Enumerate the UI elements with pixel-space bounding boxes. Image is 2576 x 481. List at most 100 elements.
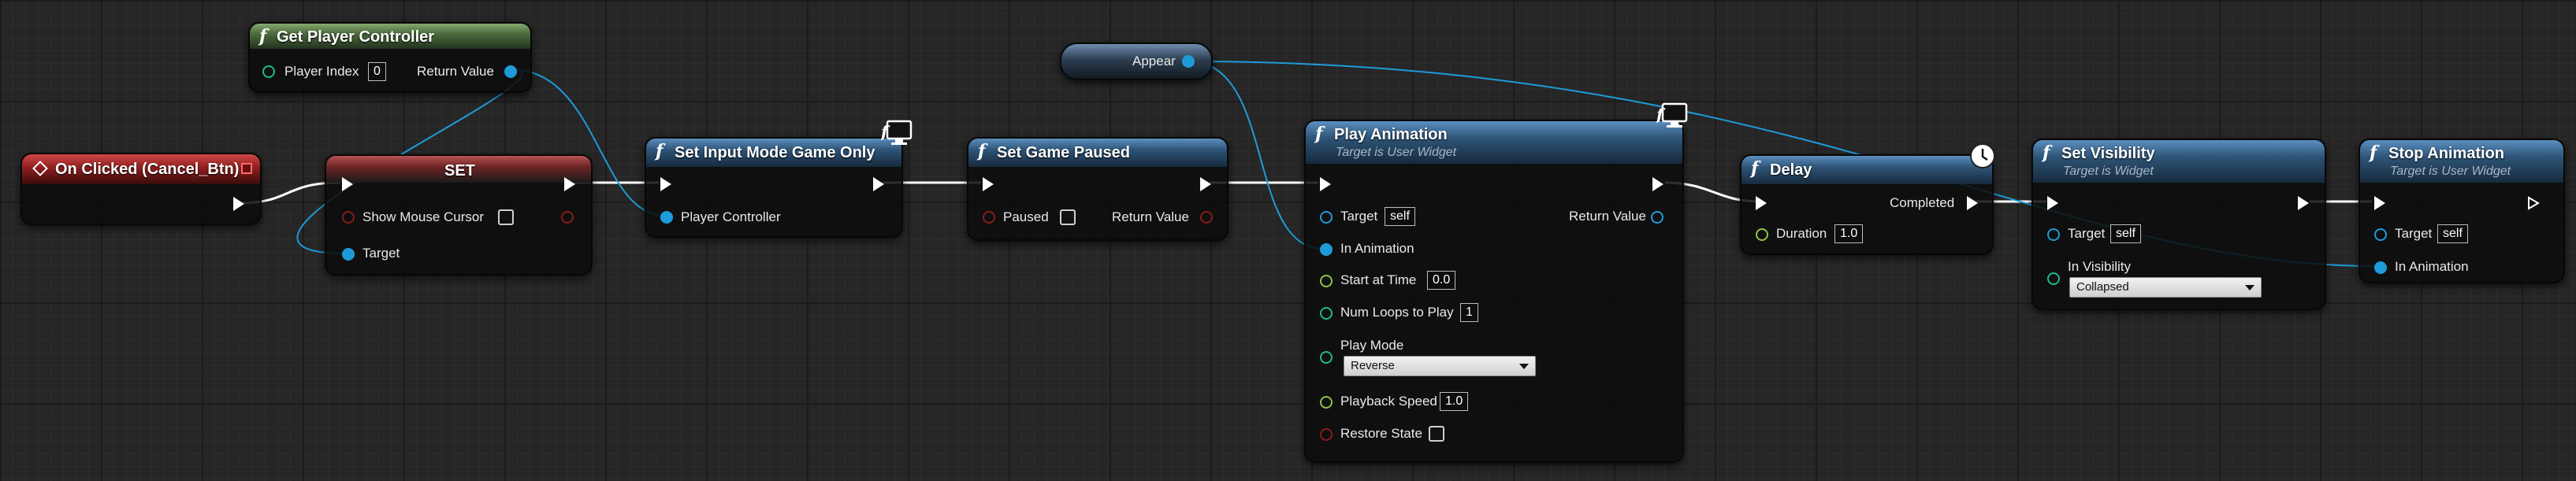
set-visibility-node[interactable]: f Set Visibility Target is Widget Target…	[2031, 139, 2326, 310]
play-mode-value: Reverse	[1351, 359, 1395, 372]
delay-node[interactable]: f Delay Completed Duration 1.0	[1740, 154, 1994, 255]
target-pin[interactable]	[2047, 228, 2060, 241]
exec-in-pin[interactable]	[2047, 196, 2058, 210]
function-icon: f	[2043, 142, 2050, 163]
in-visibility-label: In Visibility	[2068, 259, 2131, 274]
chevron-down-icon	[2245, 285, 2254, 290]
on-clicked-event-node[interactable]: On Clicked (Cancel_Btn)	[20, 153, 262, 225]
node-title: Play Animation	[1334, 126, 1448, 143]
exec-in-pin[interactable]	[342, 177, 353, 191]
chevron-down-icon	[1519, 364, 1529, 369]
start-at-time-pin[interactable]	[1320, 275, 1333, 287]
node-header: f Play Animation Target is User Widget	[1306, 121, 1682, 164]
target-pin[interactable]	[1320, 211, 1333, 224]
show-mouse-cursor-pin[interactable]	[342, 211, 355, 224]
num-loops-label: Num Loops to Play	[1340, 305, 1454, 320]
num-loops-input[interactable]: 1	[1460, 303, 1478, 322]
node-header: f Set Input Mode Game Only	[646, 139, 901, 167]
play-animation-node[interactable]: f Play Animation Target is User Widget T…	[1304, 120, 1684, 463]
delegate-square-icon[interactable]	[241, 163, 252, 174]
playback-speed-label: Playback Speed	[1340, 394, 1437, 409]
return-value-label: Return Value	[1112, 209, 1189, 224]
player-index-pin[interactable]	[262, 65, 275, 78]
appear-variable-node[interactable]: Appear	[1060, 43, 1213, 80]
exec-in-pin[interactable]	[983, 177, 994, 191]
node-header: f Set Visibility Target is Widget	[2033, 140, 2325, 183]
target-pin[interactable]	[342, 248, 355, 261]
node-title: Set Game Paused	[997, 144, 1130, 161]
node-header: f Get Player Controller	[250, 24, 530, 49]
exec-out-pin[interactable]	[564, 177, 575, 191]
get-player-controller-node[interactable]: f Get Player Controller Player Index 0 R…	[248, 22, 532, 93]
show-mouse-cursor-out-pin[interactable]	[561, 211, 574, 224]
set-variable-node[interactable]: SET Show Mouse Cursor Target	[325, 154, 593, 276]
node-subtitle: Target is User Widget	[2390, 165, 2511, 178]
playback-speed-input[interactable]: 1.0	[1440, 392, 1469, 411]
return-value-pin[interactable]	[1200, 211, 1213, 224]
in-visibility-value: Collapsed	[2076, 280, 2129, 294]
function-icon: f	[259, 26, 267, 46]
completed-label: Completed	[1890, 195, 1955, 210]
exec-out-pin[interactable]	[1652, 177, 1663, 191]
appear-label: Appear	[1132, 54, 1176, 68]
paused-pin[interactable]	[983, 211, 995, 224]
node-header: On Clicked (Cancel_Btn)	[22, 154, 260, 184]
exec-out-pin[interactable]	[233, 197, 244, 211]
target-input[interactable]: self	[1385, 207, 1415, 226]
exec-in-pin[interactable]	[1756, 196, 1767, 210]
clock-icon	[1970, 143, 1995, 168]
widget-monitor-icon: f	[1656, 102, 1688, 128]
exec-in-pin[interactable]	[1320, 177, 1331, 191]
stop-animation-node[interactable]: f Stop Animation Target is User Widget T…	[2359, 139, 2565, 283]
paused-checkbox[interactable]	[1060, 209, 1076, 225]
function-icon: f	[978, 141, 986, 161]
target-label: Target	[362, 246, 400, 261]
duration-input[interactable]: 1.0	[1834, 224, 1864, 243]
in-visibility-pin[interactable]	[2047, 272, 2060, 285]
exec-in-pin[interactable]	[660, 177, 671, 191]
playback-speed-pin[interactable]	[1320, 396, 1333, 409]
player-index-label: Player Index	[284, 64, 359, 79]
function-icon: f	[1315, 124, 1323, 144]
exec-out-pin[interactable]	[873, 177, 884, 191]
start-at-time-input[interactable]: 0.0	[1427, 271, 1456, 290]
node-header: f Stop Animation Target is User Widget	[2360, 140, 2563, 183]
widget-monitor-icon: f	[881, 120, 913, 145]
in-animation-label: In Animation	[1340, 241, 1414, 256]
target-label: Target	[2395, 226, 2433, 241]
return-value-pin[interactable]	[504, 65, 517, 78]
exec-out-pin[interactable]	[1200, 177, 1211, 191]
target-input[interactable]: self	[2437, 224, 2468, 243]
exec-in-pin[interactable]	[2374, 196, 2385, 210]
play-mode-label: Play Mode	[1340, 338, 1404, 353]
node-title: Stop Animation	[2388, 145, 2505, 162]
completed-exec-pin[interactable]	[1967, 196, 1978, 210]
duration-pin[interactable]	[1756, 228, 1768, 241]
restore-state-pin[interactable]	[1320, 428, 1333, 441]
in-animation-pin[interactable]	[1320, 243, 1333, 256]
node-title: Set Visibility	[2061, 145, 2155, 162]
exec-out-pin[interactable]	[2298, 196, 2309, 210]
show-mouse-cursor-checkbox[interactable]	[498, 209, 514, 225]
player-index-input[interactable]: 0	[368, 62, 386, 81]
in-animation-pin[interactable]	[2374, 261, 2387, 274]
set-game-paused-node[interactable]: f Set Game Paused Paused Return Value	[967, 137, 1229, 241]
node-header: f Delay	[1741, 156, 1992, 184]
appear-out-pin[interactable]	[1182, 55, 1195, 68]
in-visibility-dropdown[interactable]: Collapsed	[2069, 277, 2262, 298]
target-label: Target	[2068, 226, 2106, 241]
restore-state-checkbox[interactable]	[1429, 426, 1444, 442]
play-mode-pin[interactable]	[1320, 351, 1333, 364]
play-mode-dropdown[interactable]: Reverse	[1344, 356, 1536, 376]
target-pin[interactable]	[2374, 228, 2387, 241]
num-loops-pin[interactable]	[1320, 307, 1333, 320]
event-diamond-icon	[32, 161, 48, 176]
return-value-pin[interactable]	[1651, 211, 1663, 224]
set-input-mode-node[interactable]: f Set Input Mode Game Only Player Contro…	[645, 137, 903, 238]
exec-out-pin[interactable]	[2527, 196, 2540, 210]
target-input[interactable]: self	[2110, 224, 2141, 243]
player-controller-pin[interactable]	[660, 211, 673, 224]
node-header: f Set Game Paused	[968, 139, 1227, 167]
restore-state-label: Restore State	[1340, 426, 1422, 441]
return-value-label: Return Value	[1569, 209, 1646, 224]
